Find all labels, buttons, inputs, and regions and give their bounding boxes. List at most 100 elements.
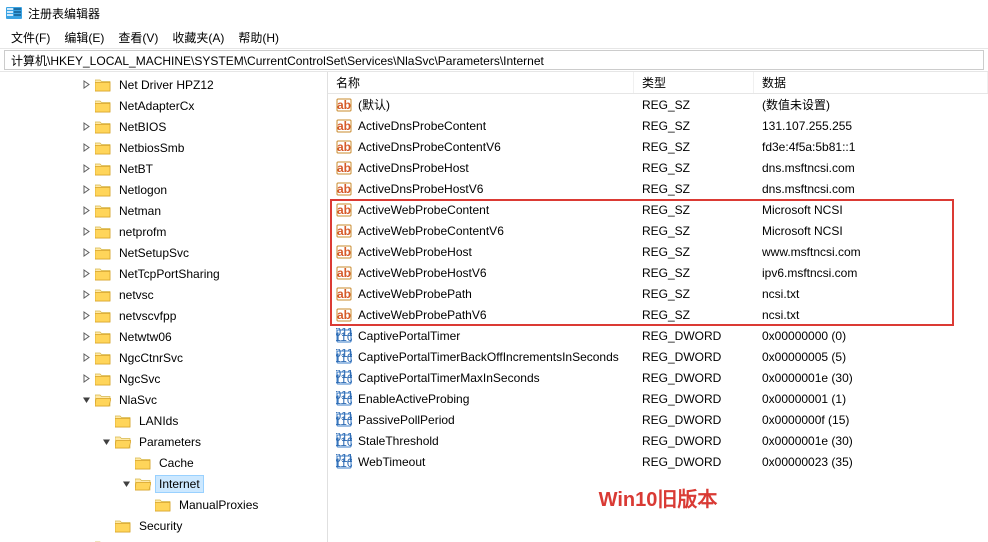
value-row[interactable]: abActiveWebProbeHostV6REG_SZipv6.msftncs… (328, 262, 988, 283)
collapse-icon[interactable] (100, 435, 113, 448)
tree-item[interactable]: NetbiosSmb (0, 137, 327, 158)
expand-icon[interactable] (80, 267, 93, 280)
value-row[interactable]: abActiveWebProbePathREG_SZncsi.txt (328, 283, 988, 304)
tree-item-label: npcap (115, 538, 156, 542)
tree-item[interactable]: NetTcpPortSharing (0, 263, 327, 284)
tree-item[interactable]: Parameters (0, 431, 327, 452)
value-row[interactable]: 011110PassivePollPeriodREG_DWORD0x000000… (328, 409, 988, 430)
folder-icon (95, 267, 111, 281)
col-header-type[interactable]: 类型 (634, 72, 754, 93)
expand-icon[interactable] (80, 162, 93, 175)
value-type: REG_SZ (634, 245, 754, 259)
svg-text:ab: ab (337, 98, 351, 112)
value-row[interactable]: abActiveDnsProbeContentREG_SZ131.107.255… (328, 115, 988, 136)
list-body[interactable]: ab(默认)REG_SZ(数值未设置)abActiveDnsProbeConte… (328, 94, 988, 542)
tree-item[interactable]: Internet (0, 473, 327, 494)
value-data: www.msftncsi.com (754, 245, 988, 259)
address-input[interactable]: 计算机\HKEY_LOCAL_MACHINE\SYSTEM\CurrentCon… (4, 50, 984, 70)
string-value-icon: ab (336, 265, 352, 281)
value-row[interactable]: ab(默认)REG_SZ(数值未设置) (328, 94, 988, 115)
value-name: ActiveWebProbeContentV6 (358, 224, 504, 238)
value-row[interactable]: abActiveDnsProbeHostV6REG_SZdns.msftncsi… (328, 178, 988, 199)
dword-value-icon: 011110 (336, 433, 352, 449)
expand-icon[interactable] (80, 372, 93, 385)
value-row[interactable]: abActiveDnsProbeHostREG_SZdns.msftncsi.c… (328, 157, 988, 178)
expand-icon[interactable] (80, 288, 93, 301)
value-type: REG_DWORD (634, 434, 754, 448)
no-expander (80, 99, 93, 112)
tree-pane[interactable]: Net Driver HPZ12 NetAdapterCxNetBIOSNetbi… (0, 72, 328, 542)
tree-item-label: NetTcpPortSharing (115, 265, 224, 283)
collapse-icon[interactable] (120, 477, 133, 490)
value-row[interactable]: 011110WebTimeoutREG_DWORD0x00000023 (35) (328, 451, 988, 472)
expand-icon[interactable] (80, 309, 93, 322)
tree-item[interactable]: Netlogon (0, 179, 327, 200)
value-type: REG_DWORD (634, 455, 754, 469)
value-row[interactable]: abActiveDnsProbeContentV6REG_SZfd3e:4f5a… (328, 136, 988, 157)
value-row[interactable]: 011110CaptivePortalTimerMaxInSecondsREG_… (328, 367, 988, 388)
tree-item[interactable]: NgcCtnrSvc (0, 347, 327, 368)
expand-icon[interactable] (80, 183, 93, 196)
svg-text:ab: ab (337, 245, 351, 259)
expand-icon[interactable] (80, 246, 93, 259)
tree-item[interactable]: NetSetupSvc (0, 242, 327, 263)
expand-icon[interactable] (80, 78, 93, 91)
window-title: 注册表编辑器 (28, 5, 100, 22)
tree-item[interactable]: Cache (0, 452, 327, 473)
tree-item[interactable]: npcap (0, 536, 327, 542)
tree-item[interactable]: NlaSvc (0, 389, 327, 410)
tree-item[interactable]: netprofm (0, 221, 327, 242)
folder-icon (95, 141, 111, 155)
expand-icon[interactable] (80, 351, 93, 364)
collapse-icon[interactable] (80, 393, 93, 406)
tree-item[interactable]: NetBIOS (0, 116, 327, 137)
tree-item[interactable]: NetBT (0, 158, 327, 179)
value-row[interactable]: 011110EnableActiveProbingREG_DWORD0x0000… (328, 388, 988, 409)
expand-icon[interactable] (80, 225, 93, 238)
tree-item[interactable]: netvsc (0, 284, 327, 305)
tree-item[interactable]: netvscvfpp (0, 305, 327, 326)
col-header-name[interactable]: 名称 (328, 72, 634, 93)
svg-text:110: 110 (336, 351, 352, 365)
value-row[interactable]: 011110CaptivePortalTimerBackOffIncrement… (328, 346, 988, 367)
tree-item[interactable]: LANIds (0, 410, 327, 431)
tree-item-label: Security (135, 517, 186, 535)
value-type: REG_SZ (634, 287, 754, 301)
value-row[interactable]: 011110CaptivePortalTimerREG_DWORD0x00000… (328, 325, 988, 346)
tree-item-label: Parameters (135, 433, 205, 451)
expand-icon[interactable] (80, 141, 93, 154)
col-header-data[interactable]: 数据 (754, 72, 988, 93)
svg-text:ab: ab (337, 140, 351, 154)
tree-item[interactable]: NetAdapterCx (0, 95, 327, 116)
menu-help[interactable]: 帮助(H) (231, 27, 286, 48)
value-row[interactable]: abActiveWebProbeContentV6REG_SZMicrosoft… (328, 220, 988, 241)
menu-view[interactable]: 查看(V) (111, 27, 165, 48)
tree-item[interactable]: Security (0, 515, 327, 536)
string-value-icon: ab (336, 286, 352, 302)
split-view: Net Driver HPZ12 NetAdapterCxNetBIOSNetbi… (0, 72, 988, 542)
value-name: CaptivePortalTimer (358, 329, 460, 343)
value-name: ActiveDnsProbeHost (358, 161, 469, 175)
tree-item[interactable]: Netman (0, 200, 327, 221)
value-row[interactable]: abActiveWebProbeHostREG_SZwww.msftncsi.c… (328, 241, 988, 262)
menu-favorites[interactable]: 收藏夹(A) (165, 27, 231, 48)
tree-item[interactable]: Netwtw06 (0, 326, 327, 347)
menu-edit[interactable]: 编辑(E) (57, 27, 111, 48)
expand-icon[interactable] (80, 204, 93, 217)
value-name: StaleThreshold (358, 434, 439, 448)
tree-item[interactable]: Net Driver HPZ12 (0, 74, 327, 95)
expand-icon[interactable] (80, 120, 93, 133)
tree-item-label: NetAdapterCx (115, 97, 198, 115)
value-type: REG_SZ (634, 182, 754, 196)
tree-item[interactable]: ManualProxies (0, 494, 327, 515)
value-row[interactable]: 011110StaleThresholdREG_DWORD0x0000001e … (328, 430, 988, 451)
expand-icon[interactable] (80, 330, 93, 343)
tree-item[interactable]: NgcSvc (0, 368, 327, 389)
value-row[interactable]: abActiveWebProbeContentREG_SZMicrosoft N… (328, 199, 988, 220)
menu-file[interactable]: 文件(F) (4, 27, 57, 48)
svg-text:ab: ab (337, 161, 351, 175)
tree-item-label: netprofm (115, 223, 170, 241)
svg-text:ab: ab (337, 266, 351, 280)
no-expander (100, 414, 113, 427)
value-row[interactable]: abActiveWebProbePathV6REG_SZncsi.txt (328, 304, 988, 325)
